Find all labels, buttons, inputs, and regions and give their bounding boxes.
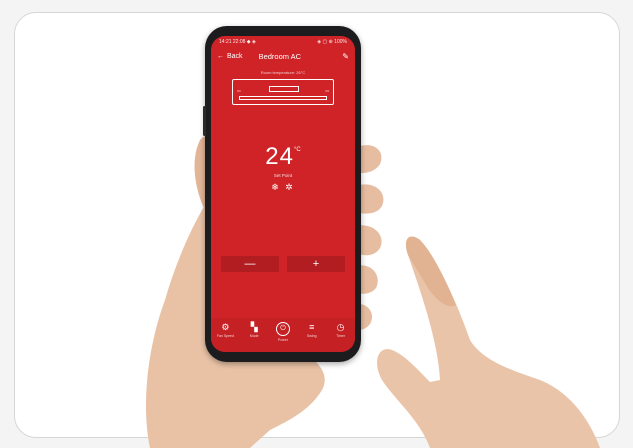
page-title: Bedroom AC [258, 51, 302, 61]
bottom-tab-bar: ⚙ Fan Speed ▚ Mode ⏻ Power ≡ Swing ◷ Tim… [211, 318, 355, 352]
tab-swing[interactable]: ≡ Swing [299, 322, 325, 338]
app-bar: ← Back Bedroom AC ✎ [211, 48, 355, 64]
tab-label: Mode [249, 334, 259, 338]
ac-display [269, 86, 299, 92]
tab-label: Timer [336, 334, 345, 338]
status-left: 14:21 22:08 ◆ ◈ [219, 39, 256, 45]
mode-label: Set Point [273, 173, 293, 178]
arrow-left-icon: ← [217, 52, 224, 60]
back-button[interactable]: ← Back [217, 53, 243, 60]
tab-label: Power [278, 338, 288, 342]
scene: 14:21 22:08 ◆ ◈ ◈ ▢ ⊕ 100% ← Back Bedroo… [0, 0, 633, 448]
temperature-readout: 24°C [211, 143, 355, 171]
ac-right-indicator: ▭ [325, 88, 329, 93]
tab-label: Swing [307, 334, 317, 338]
back-label: Back [227, 52, 243, 60]
room-temperature-text: Room temperature: 26°C [260, 70, 306, 75]
right-hand [377, 236, 600, 448]
app-screen: 14:21 22:08 ◆ ◈ ◈ ▢ ⊕ 100% ← Back Bedroo… [211, 36, 355, 352]
ac-vent [239, 96, 327, 100]
temperature-adjust: — + [221, 256, 345, 272]
tab-mode[interactable]: ▚ Mode [241, 322, 267, 338]
ac-left-indicator: ▭ [237, 88, 241, 93]
temperature-unit: °C [293, 147, 301, 153]
status-bar: 14:21 22:08 ◆ ◈ ◈ ▢ ⊕ 100% [211, 36, 355, 48]
increase-temp-button[interactable]: + [287, 256, 345, 272]
temperature-value: 24 [265, 143, 294, 170]
tab-label: Fan Speed [216, 334, 234, 338]
phone: 14:21 22:08 ◆ ◈ ◈ ▢ ⊕ 100% ← Back Bedroo… [203, 26, 361, 362]
pencil-icon[interactable]: ✎ [342, 52, 349, 61]
gear-icon: ⚙ [221, 322, 230, 332]
power-icon: ⏻ [275, 322, 290, 336]
decrease-temp-button[interactable]: — [221, 256, 279, 272]
tab-fan-speed[interactable]: ⚙ Fan Speed [212, 322, 238, 338]
timer-icon: ◷ [336, 322, 345, 332]
phone-volume-button [203, 106, 206, 136]
mode-icons: ❄ ✲ [271, 182, 295, 192]
swing-icon: ≡ [309, 322, 315, 332]
tab-timer[interactable]: ◷ Timer [328, 322, 354, 338]
mode-icon: ▚ [250, 322, 258, 332]
tab-power[interactable]: ⏻ Power [270, 322, 296, 342]
status-right: ◈ ▢ ⊕ 100% [317, 39, 347, 45]
ac-unit-graphic: ▭ ▭ [232, 79, 334, 105]
